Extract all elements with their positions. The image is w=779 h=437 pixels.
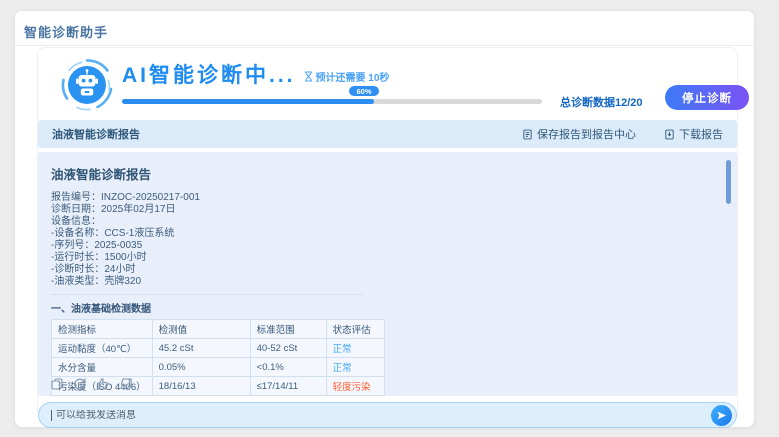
cell-range: 40-52 cSt [249, 338, 327, 358]
hourglass-icon [304, 71, 312, 82]
chat-panel: AI智能诊断中... 预计还需要 10秒 60% 总诊断数据12/20 停止诊断… [37, 47, 749, 428]
cell-value: 铁（Fe）：120 ppm [151, 395, 251, 396]
save-report-label: 保存报告到报告中心 [537, 129, 636, 141]
cell-status: 正常 [325, 357, 385, 377]
cell-value: 18/16/13 [151, 376, 251, 396]
report-meta-line: -油液类型：壳牌320 [51, 276, 142, 287]
thumbs-up-icon[interactable] [96, 377, 110, 391]
send-button[interactable] [711, 404, 732, 426]
diagnosing-title: AI智能诊断中... [122, 64, 296, 87]
report-meta-line: -运行时长：1500小时 [51, 252, 147, 263]
download-icon [665, 129, 674, 139]
document-icon [523, 129, 532, 139]
report-toolbar: 油液智能诊断报告 保存报告到报告中心 下载报告 [38, 120, 737, 148]
cell-range: ≤17/14/11 [249, 376, 327, 396]
progress-percent-badge: 60% [348, 85, 380, 97]
col-header: 检测值 [151, 319, 251, 339]
cell-indicator: 水分含量 [51, 357, 153, 377]
report-meta-line: -序列号：2025-0035 [51, 240, 143, 251]
section1-title: 一、油液基础检测数据 [51, 304, 151, 315]
scrollbar-thumb[interactable] [726, 160, 731, 204]
eta-text: 预计还需要 10秒 [315, 73, 390, 84]
col-header: 状态评估 [325, 319, 385, 339]
page-title: 智能诊断助手 [24, 25, 109, 40]
header-title-row: AI智能诊断中... 预计还需要 10秒 [122, 64, 389, 88]
regenerate-icon[interactable] [73, 377, 87, 391]
table-row: 运动黏度（40℃） 45.2 cSt 40-52 cSt 正常 [51, 338, 385, 358]
progress-fill [122, 99, 374, 104]
message-input-bar [38, 402, 737, 428]
report-panel: 油液智能诊断报告 报告编号：INZOC-20250217-001 诊断日期：20… [38, 152, 737, 396]
report-meta-line: 诊断日期：2025年02月17日 [51, 204, 176, 215]
text-cursor [51, 409, 52, 421]
robot-avatar-icon [60, 58, 114, 112]
cell-status: 轻度污染 [325, 376, 385, 396]
cell-indicator: 运动黏度（40℃） [51, 338, 153, 358]
send-icon [717, 411, 727, 419]
cell-indicator: 金属磨损颗粒 [51, 395, 153, 396]
cell-value: 45.2 cSt [151, 338, 251, 358]
col-header: 检测指标 [51, 319, 153, 339]
divider [15, 45, 754, 46]
download-report-label: 下载报告 [679, 129, 723, 141]
total-data-label: 总诊断数据12/20 [560, 97, 643, 109]
report-meta-line: 设备信息： [51, 216, 101, 227]
report-meta-line: -设备名称：CCS-1液压系统 [51, 228, 175, 239]
message-input[interactable] [56, 409, 711, 421]
report-toolbar-title: 油液智能诊断报告 [52, 129, 140, 141]
assistant-window: 智能诊断助手 AI智能诊断中... 预计还需要 10秒 60% 总诊断数据12/… [14, 10, 755, 428]
download-report-button[interactable]: 下载报告 [664, 126, 723, 142]
message-actions [50, 377, 133, 391]
cell-status: 正常 [325, 338, 385, 358]
thumbs-down-icon[interactable] [119, 377, 133, 391]
report-content: 油液智能诊断报告 报告编号：INZOC-20250217-001 诊断日期：20… [38, 152, 737, 396]
report-heading: 油液智能诊断报告 [51, 168, 152, 182]
table-header-row: 检测指标 检测值 标准范围 状态评估 [51, 319, 385, 339]
save-report-button[interactable]: 保存报告到报告中心 [522, 126, 636, 142]
cell-range: <0.1% [249, 357, 327, 377]
table-row: 金属磨损颗粒 铁（Fe）：120 ppm Fe <100 ppm 异常 [51, 395, 385, 396]
cell-status: 异常 [325, 395, 385, 396]
divider [51, 294, 363, 295]
cell-range: Fe <100 ppm [249, 395, 327, 396]
cell-value: 0.05% [151, 357, 251, 377]
stop-diagnosis-button[interactable]: 停止诊断 [665, 85, 749, 110]
progress-bar [122, 99, 542, 104]
table-row: 水分含量 0.05% <0.1% 正常 [51, 357, 385, 377]
report-meta-line: 报告编号：INZOC-20250217-001 [51, 192, 200, 203]
report-meta-line: -诊断时长：24小时 [51, 264, 136, 275]
copy-icon[interactable] [50, 377, 64, 391]
col-header: 标准范围 [249, 319, 327, 339]
